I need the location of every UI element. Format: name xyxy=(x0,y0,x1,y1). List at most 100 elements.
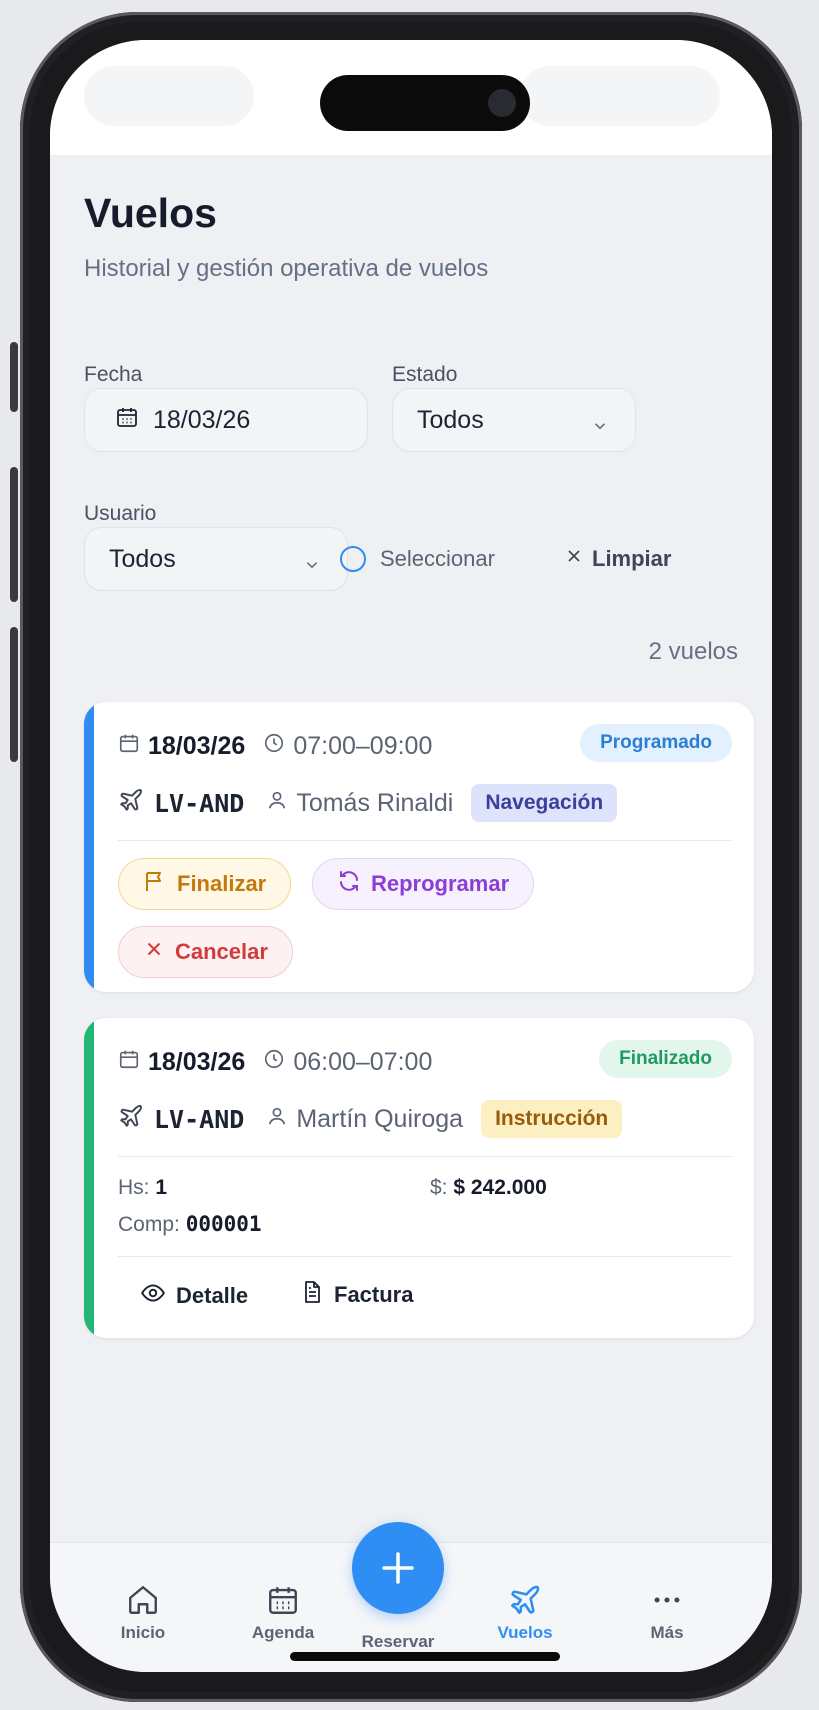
flight-type-tag: Navegación xyxy=(471,784,618,822)
results-count: 2 vuelos xyxy=(648,638,738,665)
pilot: Tomás Rinaldi xyxy=(266,789,453,818)
hours-label: Hs: xyxy=(118,1176,150,1199)
clock-icon xyxy=(263,732,285,761)
tab-agenda[interactable]: Agenda xyxy=(228,1583,338,1643)
flight-datetime: 18/03/26 06:00–07:00 xyxy=(118,1048,432,1077)
user-value: Todos xyxy=(109,544,176,573)
flight-date: 18/03/26 xyxy=(148,732,246,760)
phone-frame: Vuelos Historial y gestión operativa de … xyxy=(10,12,802,1702)
close-icon xyxy=(564,546,584,572)
tab-label: Agenda xyxy=(251,1623,315,1642)
plane-icon xyxy=(118,1103,144,1136)
cancel-button[interactable]: Cancelar xyxy=(118,926,293,978)
plus-icon xyxy=(352,1552,444,1618)
clear-label: Limpiar xyxy=(592,546,672,571)
chevron-down-icon xyxy=(591,413,609,442)
plane-registration: LV-AND xyxy=(154,1104,245,1134)
status-bar-accent xyxy=(84,702,94,992)
amount: $: $ 242.000 xyxy=(430,1176,547,1200)
status-bar xyxy=(50,40,772,155)
tab-mas[interactable]: Más xyxy=(612,1583,722,1643)
status-bar-accent xyxy=(84,1018,94,1338)
pilot-name: Tomás Rinaldi xyxy=(296,788,454,817)
action-button xyxy=(10,342,18,412)
state-value: Todos xyxy=(417,405,484,434)
flight-datetime: 18/03/26 07:00–09:00 xyxy=(118,732,432,761)
screen: Vuelos Historial y gestión operativa de … xyxy=(50,40,772,1672)
user-icon xyxy=(266,789,288,818)
home-indicator xyxy=(290,1652,560,1661)
amount-label: $: xyxy=(430,1176,448,1199)
flight-card[interactable]: 18/03/26 06:00–07:00 Finalizado LV-AND M… xyxy=(84,1018,754,1338)
amount-value: $ 242.000 xyxy=(453,1176,547,1199)
volume-down-button xyxy=(10,627,18,762)
date-field[interactable]: 18/03/26 xyxy=(84,388,368,452)
flight-type-tag: Instrucción xyxy=(481,1100,623,1138)
refresh-icon xyxy=(337,869,361,899)
flight-time: 07:00–09:00 xyxy=(293,732,433,760)
divider xyxy=(118,840,732,841)
invoice-button[interactable]: Factura xyxy=(300,1280,413,1310)
receipt-value: 000001 xyxy=(185,1212,262,1236)
dynamic-island xyxy=(320,75,530,131)
more-icon xyxy=(612,1583,722,1617)
calendar-icon xyxy=(228,1583,338,1617)
receipt: Comp: 000001 xyxy=(118,1212,262,1237)
tab-label: Vuelos xyxy=(497,1623,553,1642)
reschedule-button[interactable]: Reprogramar xyxy=(312,858,535,910)
status-right xyxy=(520,66,720,126)
status-badge: Programado xyxy=(580,724,732,762)
camera-icon xyxy=(488,89,516,117)
eye-icon xyxy=(140,1280,166,1312)
pilot-name: Martín Quiroga xyxy=(296,1104,464,1133)
volume-up-button xyxy=(10,467,18,602)
clear-button[interactable]: Limpiar xyxy=(564,546,671,572)
status-badge: Finalizado xyxy=(599,1040,732,1078)
user-select[interactable]: Todos xyxy=(84,527,348,591)
flight-info: LV-AND Tomás Rinaldi Navegación xyxy=(118,784,618,822)
invoice-label: Factura xyxy=(334,1282,414,1307)
clock-icon xyxy=(263,1048,285,1077)
state-select[interactable]: Todos xyxy=(392,388,636,452)
flight-info: LV-AND Martín Quiroga Instrucción xyxy=(118,1100,623,1138)
select-radio[interactable] xyxy=(340,546,366,572)
flight-time: 06:00–07:00 xyxy=(293,1048,433,1076)
flag-icon xyxy=(143,869,167,899)
page-title: Vuelos xyxy=(84,190,217,236)
document-icon xyxy=(300,1280,324,1310)
flight-card[interactable]: 18/03/26 07:00–09:00 Programado LV-AND T… xyxy=(84,702,754,992)
home-icon xyxy=(88,1583,198,1617)
date-label: Fecha xyxy=(84,363,143,386)
book-label: Reservar xyxy=(361,1632,435,1651)
divider xyxy=(118,1156,732,1157)
reschedule-label: Reprogramar xyxy=(371,871,510,896)
plane-registration: LV-AND xyxy=(154,788,245,818)
finish-label: Finalizar xyxy=(177,871,267,896)
calendar-icon xyxy=(115,405,139,436)
chevron-down-icon xyxy=(303,552,321,581)
page-subtitle: Historial y gestión operativa de vuelos xyxy=(84,255,489,282)
receipt-label: Comp: xyxy=(118,1213,180,1236)
user-icon xyxy=(266,1105,288,1134)
state-label: Estado xyxy=(392,363,458,386)
hours-value: 1 xyxy=(155,1176,168,1199)
date-value: 18/03/26 xyxy=(153,405,251,434)
book-button[interactable] xyxy=(352,1522,444,1614)
calendar-icon xyxy=(118,1048,140,1077)
finish-button[interactable]: Finalizar xyxy=(118,858,292,910)
tab-label: Inicio xyxy=(120,1623,166,1642)
user-label: Usuario xyxy=(84,502,157,525)
plane-icon xyxy=(470,1583,580,1617)
flight-date: 18/03/26 xyxy=(148,1048,246,1076)
close-icon xyxy=(143,938,165,966)
calendar-icon xyxy=(118,732,140,761)
plane-icon xyxy=(118,787,144,820)
tab-inicio[interactable]: Inicio xyxy=(88,1583,198,1643)
detail-label: Detalle xyxy=(176,1283,249,1308)
pilot: Martín Quiroga xyxy=(266,1105,463,1134)
select-label[interactable]: Seleccionar xyxy=(380,546,495,572)
divider xyxy=(118,1256,732,1257)
tab-vuelos[interactable]: Vuelos xyxy=(470,1583,580,1643)
detail-button[interactable]: Detalle xyxy=(140,1280,248,1312)
cancel-label: Cancelar xyxy=(175,939,268,964)
